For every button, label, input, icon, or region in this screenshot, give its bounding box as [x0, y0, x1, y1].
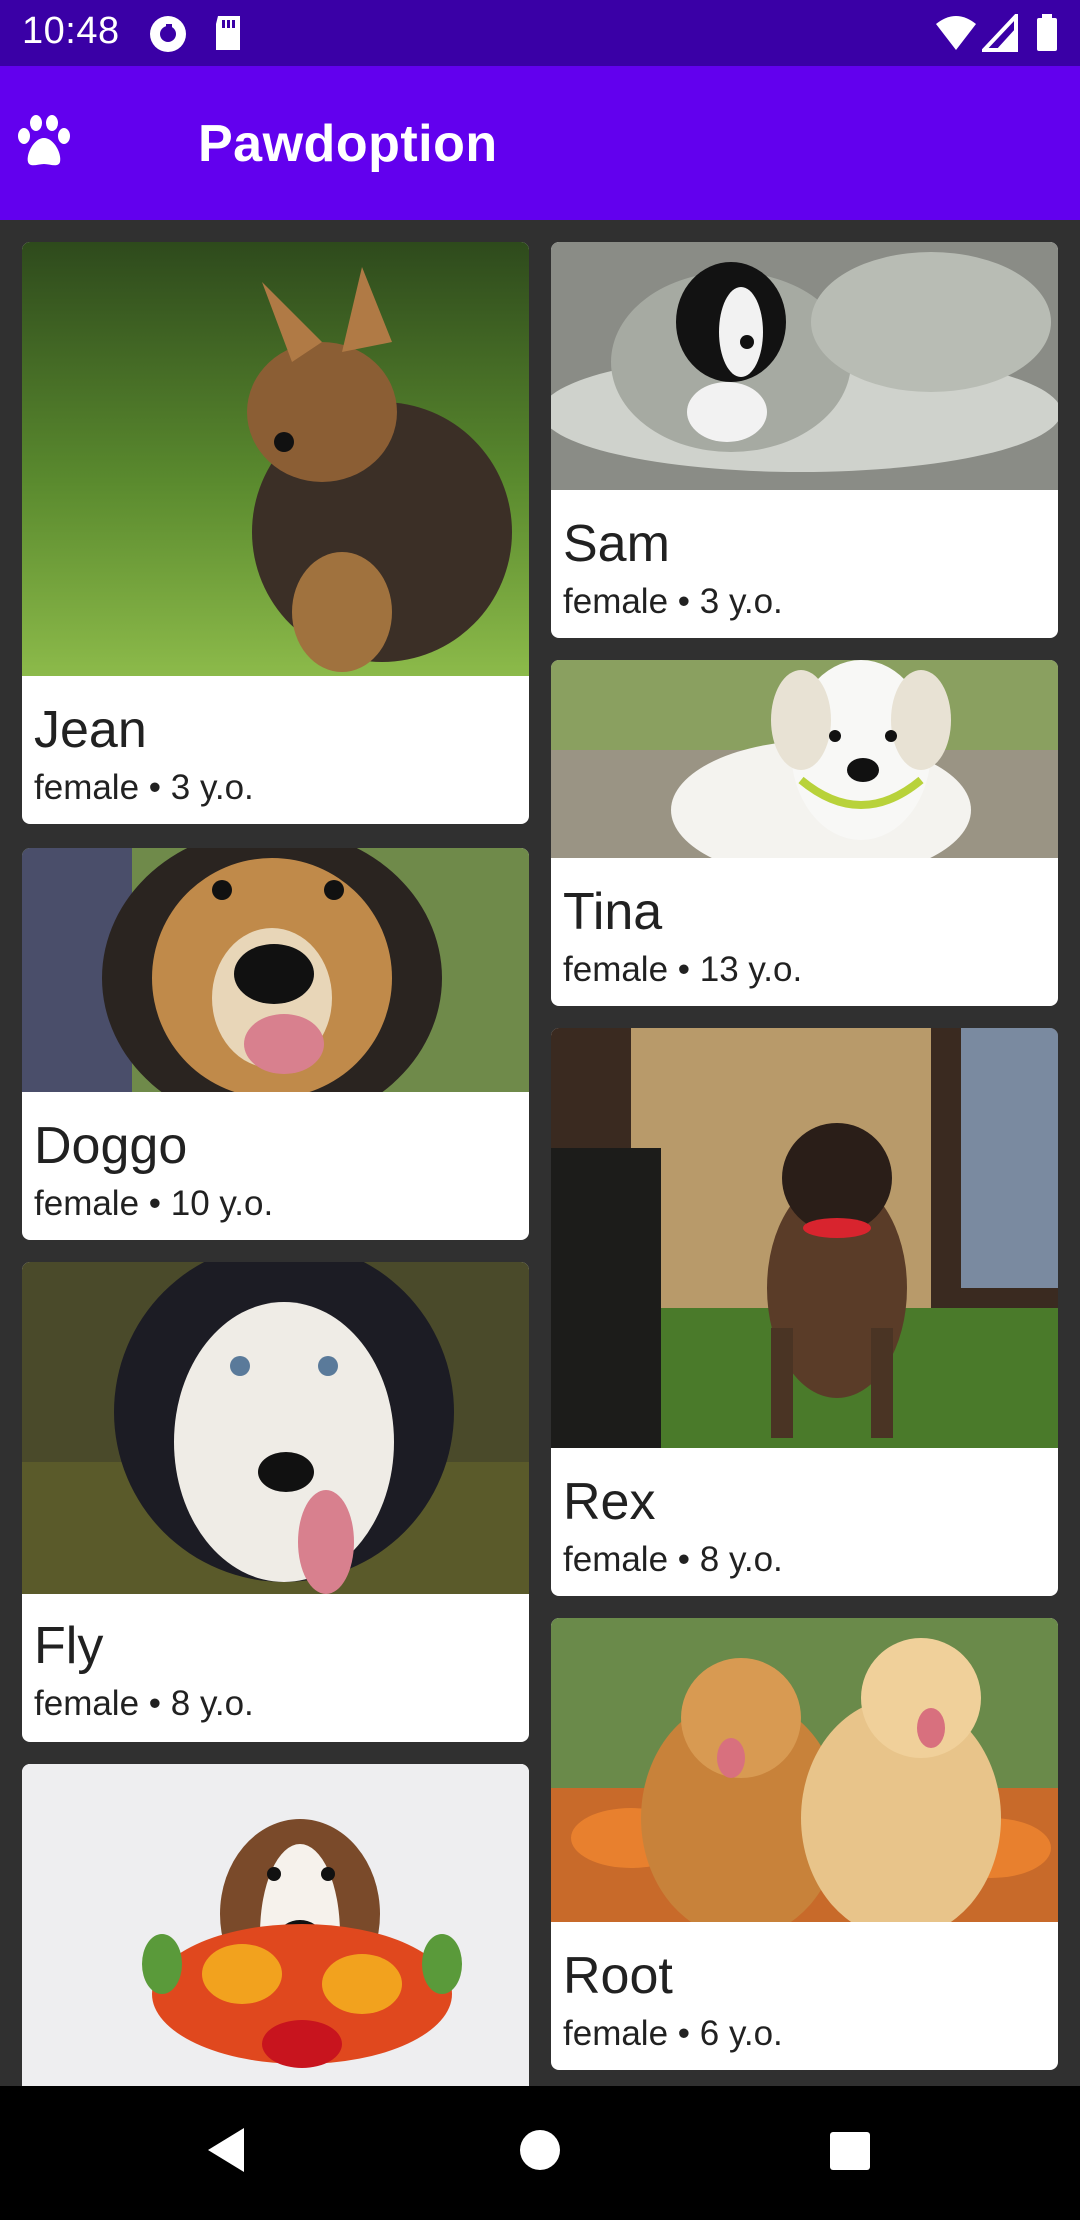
signal-icon	[979, 10, 1018, 57]
app-title: Pawdoption	[198, 115, 498, 173]
dog-name: Jean	[34, 701, 147, 759]
dog-name: Doggo	[34, 1117, 188, 1175]
dog-info: female • 6 y.o.	[563, 2014, 783, 2053]
dog-info: female • 8 y.o.	[34, 1684, 254, 1723]
dog-card-root[interactable]: Root female • 6 y.o.	[551, 1618, 1058, 2070]
dog-name: Root	[563, 1947, 673, 2005]
dog-card-tina[interactable]: Tina female • 13 y.o.	[551, 660, 1058, 1006]
dog-name: Tina	[563, 883, 663, 941]
recents-icon[interactable]	[828, 2130, 872, 2177]
dog-info: female • 13 y.o.	[563, 950, 803, 989]
dog-photo	[551, 660, 1058, 858]
status-bar: 10:48	[0, 0, 1080, 66]
dog-name: Rex	[563, 1473, 656, 1531]
sd-card-icon	[212, 14, 244, 57]
dog-photo	[551, 1618, 1058, 1922]
dog-name: Sam	[563, 515, 670, 573]
dog-card-sam[interactable]: Sam female • 3 y.o.	[551, 242, 1058, 638]
app-bar: Pawdoption	[0, 66, 1080, 220]
dog-photo	[22, 1262, 529, 1594]
dog-info: female • 3 y.o.	[563, 582, 783, 621]
dog-name: Fly	[34, 1617, 104, 1675]
dog-photo	[22, 242, 529, 676]
dog-photo	[551, 242, 1058, 490]
dog-info: female • 3 y.o.	[34, 768, 254, 807]
dog-card-doggo[interactable]: Doggo female • 10 y.o.	[22, 848, 529, 1240]
paw-icon	[14, 114, 74, 175]
status-time: 10:48	[22, 10, 120, 52]
dog-photo	[551, 1028, 1058, 1448]
pocket-casts-icon	[148, 14, 188, 59]
dog-card-rex[interactable]: Rex female • 8 y.o.	[551, 1028, 1058, 1596]
dog-card-fly[interactable]: Fly female • 8 y.o.	[22, 1262, 529, 1742]
back-icon[interactable]	[204, 2126, 248, 2179]
wifi-icon	[934, 14, 978, 57]
home-icon[interactable]	[518, 2128, 562, 2177]
dog-info: female • 8 y.o.	[563, 1540, 783, 1579]
system-nav-bar	[0, 2086, 1080, 2220]
battery-icon	[1036, 14, 1058, 57]
dog-photo	[22, 848, 529, 1092]
dog-card-jean[interactable]: Jean female • 3 y.o.	[22, 242, 529, 824]
dog-info: female • 10 y.o.	[34, 1184, 274, 1223]
